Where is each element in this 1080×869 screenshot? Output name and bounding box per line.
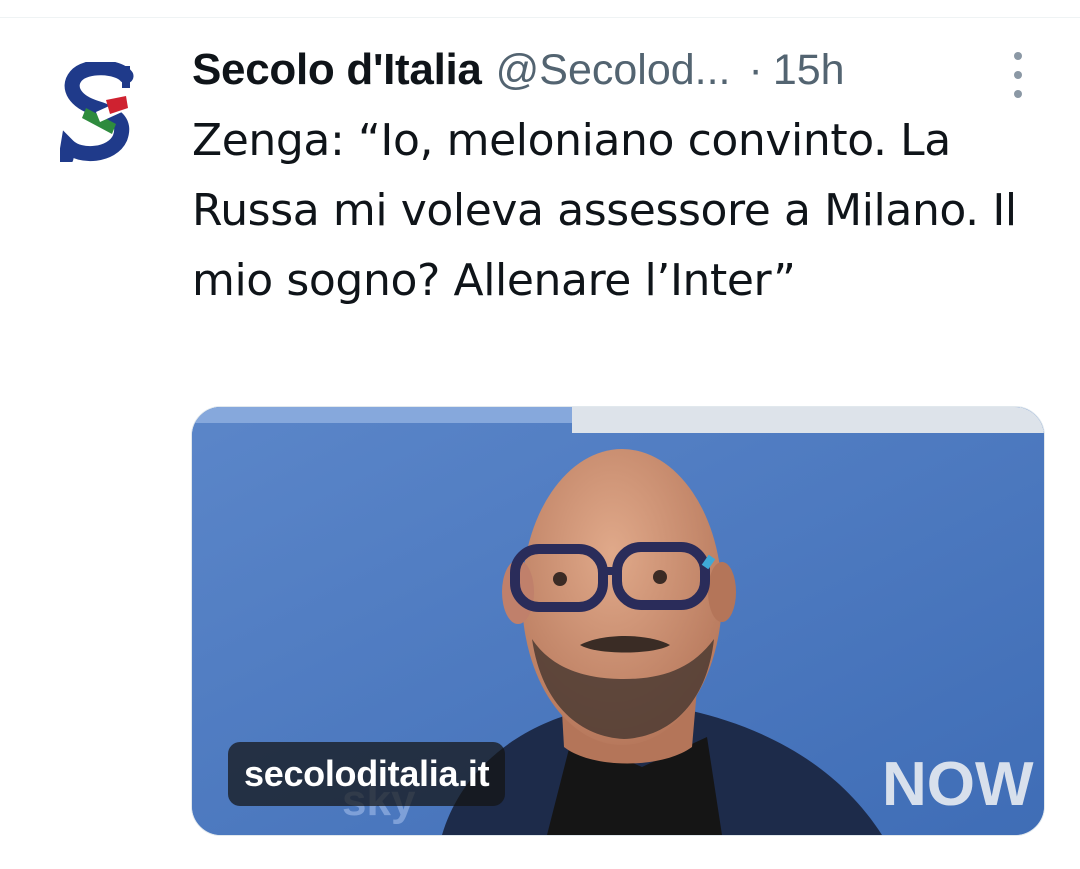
secolo-ditalia-logo-icon [58,60,134,166]
tweet-header: Secolo d'Italia @Secolod... · 15h [192,42,845,98]
top-divider [0,17,1080,18]
more-dot [1014,71,1022,79]
separator-dot: · [748,45,763,94]
tweet-timestamp[interactable]: 15h [773,46,845,95]
author-display-name[interactable]: Secolo d'Italia [192,45,482,95]
more-dot [1014,90,1022,98]
link-domain: secoloditalia.it [244,753,490,794]
tweet-text: Zenga: “Io, meloniano convinto. La Russa… [192,115,1017,306]
author-handle[interactable]: @Secolod... [496,46,731,95]
more-vertical-icon[interactable] [1004,52,1032,98]
svg-text:NOW: NOW [882,750,1034,819]
more-dot [1014,52,1022,60]
link-domain-badge[interactable]: secoloditalia.it [228,742,506,806]
author-avatar[interactable] [58,60,138,166]
